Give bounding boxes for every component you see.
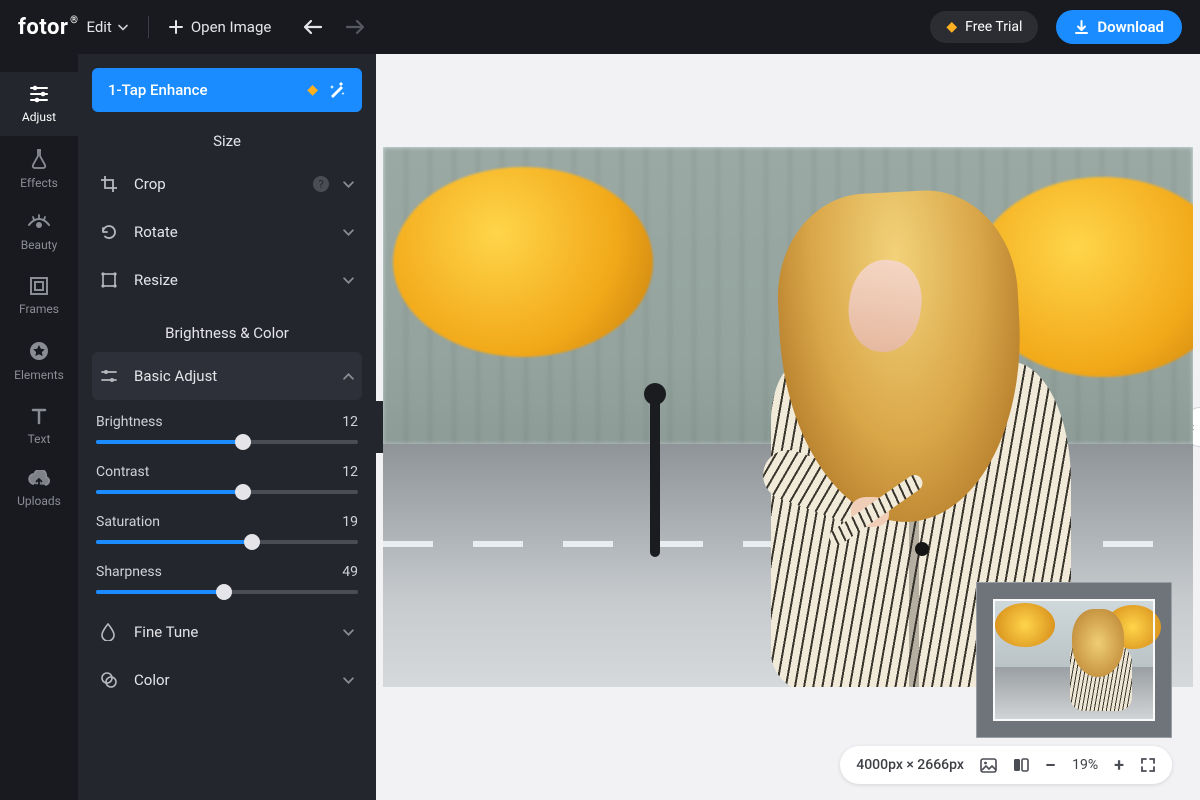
free-trial-button[interactable]: ◆ Free Trial — [930, 11, 1038, 43]
cloud-upload-icon — [27, 470, 51, 488]
zoom-bar: 4000px × 2666px − 19% + — [840, 746, 1172, 784]
rotate-tool[interactable]: Rotate — [92, 208, 362, 256]
redo-button[interactable] — [345, 19, 365, 35]
slider-label: Sharpness — [96, 564, 162, 580]
slider-label: Brightness — [96, 414, 163, 430]
chevron-down-icon — [343, 277, 354, 284]
minimap-viewport[interactable] — [993, 599, 1155, 721]
chevron-up-icon — [343, 373, 354, 380]
chevron-down-icon — [343, 181, 354, 188]
divider — [148, 16, 149, 38]
slider-brightness: Brightness 12 — [92, 400, 362, 450]
slider-value: 19 — [342, 514, 358, 530]
brightness-color-title: Brightness & Color — [92, 324, 362, 342]
slider-thumb[interactable] — [244, 534, 260, 550]
compare-icon[interactable] — [1013, 757, 1029, 773]
undo-button[interactable] — [303, 19, 323, 35]
zoom-level: 19% — [1072, 757, 1098, 773]
chevron-down-icon — [343, 677, 354, 684]
sliders-icon — [100, 368, 120, 384]
slider-track[interactable] — [96, 490, 358, 494]
star-icon — [28, 340, 50, 362]
text-icon — [29, 406, 49, 426]
edit-menu[interactable]: Edit — [86, 18, 127, 36]
slider-value: 49 — [342, 564, 358, 580]
plus-icon — [169, 20, 183, 34]
rail-label: Effects — [20, 176, 58, 190]
slider-sharpness: Sharpness 49 — [92, 550, 362, 600]
frame-icon — [29, 276, 49, 296]
rail-elements[interactable]: Elements — [0, 328, 78, 394]
eye-icon — [27, 214, 51, 232]
color-tool[interactable]: Color — [92, 656, 362, 704]
rail-label: Frames — [19, 302, 59, 316]
fit-screen-icon[interactable] — [1140, 757, 1156, 773]
slider-value: 12 — [342, 414, 358, 430]
slider-label: Saturation — [96, 514, 160, 530]
chevron-down-icon — [343, 229, 354, 236]
rail-label: Uploads — [17, 494, 61, 508]
rotate-icon — [100, 223, 120, 241]
crop-icon — [100, 175, 120, 193]
rail-frames[interactable]: Frames — [0, 264, 78, 328]
rail-adjust[interactable]: Adjust — [0, 72, 78, 136]
chevron-down-icon — [343, 629, 354, 636]
logo: fotor® — [18, 15, 68, 40]
flask-icon — [29, 148, 49, 170]
rail-label: Elements — [14, 368, 64, 382]
image-dimensions: 4000px × 2666px — [856, 757, 964, 773]
zoom-in-button[interactable]: + — [1114, 755, 1124, 776]
slider-track[interactable] — [96, 540, 358, 544]
canvas-area[interactable]: ‹ ‹ — [376, 54, 1200, 800]
one-tap-enhance-button[interactable]: 1-Tap Enhance ◆ — [92, 68, 362, 112]
image-icon[interactable] — [980, 758, 997, 773]
size-section-title: Size — [92, 132, 362, 150]
history-nav — [303, 19, 365, 35]
minimap[interactable] — [976, 582, 1172, 738]
rail-text[interactable]: Text — [0, 394, 78, 458]
slider-value: 12 — [342, 464, 358, 480]
top-bar: fotor® Edit Open Image ◆ Free Trial Down… — [0, 0, 1200, 54]
slider-saturation: Saturation 19 — [92, 500, 362, 550]
zoom-out-button[interactable]: − — [1045, 753, 1056, 777]
rail-label: Adjust — [22, 110, 56, 124]
diamond-icon: ◆ — [946, 19, 957, 35]
slider-label: Contrast — [96, 464, 149, 480]
resize-icon — [100, 271, 120, 289]
basic-adjust-tool[interactable]: Basic Adjust — [92, 352, 362, 400]
adjust-panel: 1-Tap Enhance ◆ Size Crop ? Rotate — [78, 54, 376, 800]
slider-track[interactable] — [96, 590, 358, 594]
chevron-down-icon — [118, 24, 128, 31]
droplet-icon — [100, 623, 120, 641]
crop-tool[interactable]: Crop ? — [92, 160, 362, 208]
download-button[interactable]: Download — [1056, 10, 1182, 44]
rail-label: Beauty — [21, 238, 58, 252]
slider-contrast: Contrast 12 — [92, 450, 362, 500]
rail-uploads[interactable]: Uploads — [0, 458, 78, 520]
fine-tune-tool[interactable]: Fine Tune — [92, 608, 362, 656]
resize-tool[interactable]: Resize — [92, 256, 362, 304]
slider-thumb[interactable] — [235, 484, 251, 500]
download-icon — [1074, 20, 1089, 35]
tool-rail: Adjust Effects Beauty Frames Elements — [0, 54, 78, 800]
diamond-icon: ◆ — [307, 82, 318, 98]
rail-label: Text — [28, 432, 51, 446]
help-icon[interactable]: ? — [313, 176, 329, 192]
slider-track[interactable] — [96, 440, 358, 444]
magic-wand-icon — [328, 81, 346, 99]
slider-thumb[interactable] — [216, 584, 232, 600]
sliders-icon — [28, 84, 50, 104]
rail-beauty[interactable]: Beauty — [0, 202, 78, 264]
color-icon — [100, 671, 120, 689]
slider-thumb[interactable] — [235, 434, 251, 450]
rail-effects[interactable]: Effects — [0, 136, 78, 202]
open-image-button[interactable]: Open Image — [169, 18, 271, 36]
